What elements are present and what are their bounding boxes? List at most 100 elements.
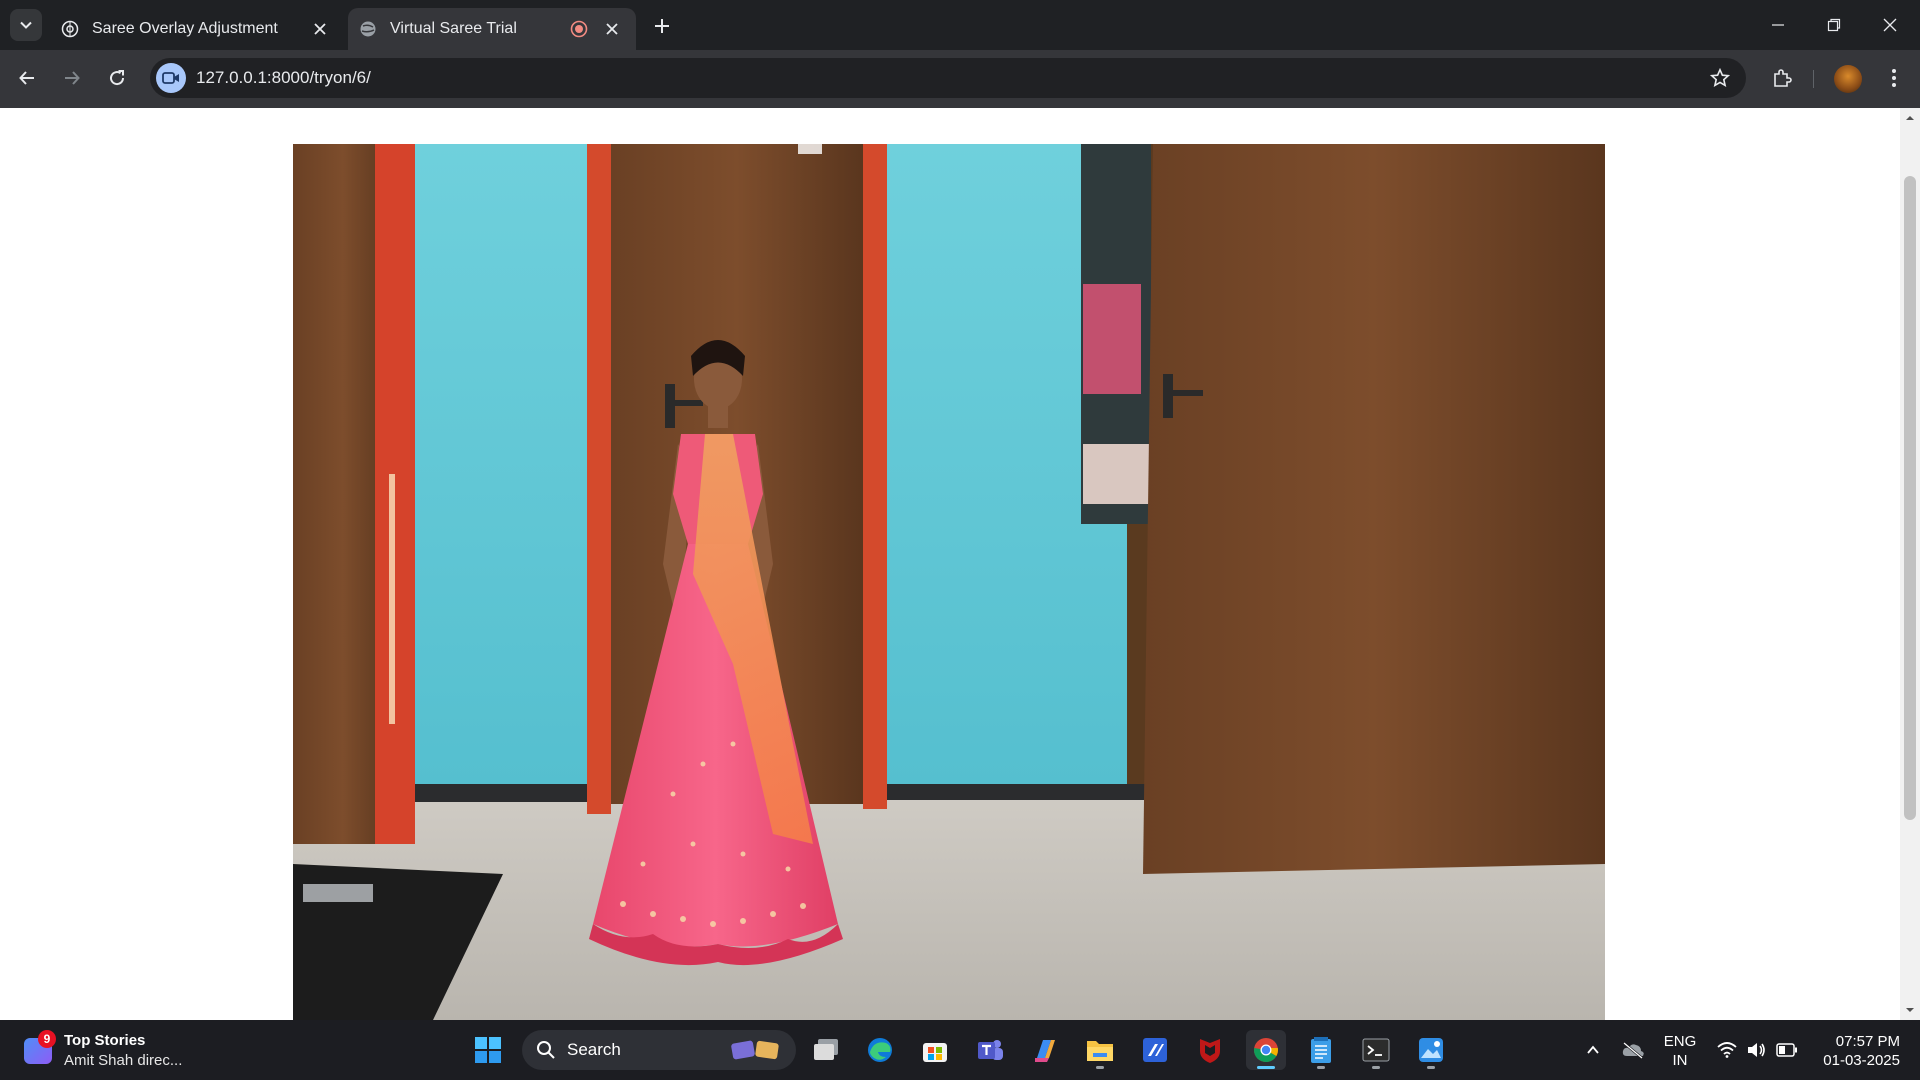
onedrive-status[interactable] (1616, 1020, 1650, 1080)
battery-icon (1776, 1043, 1797, 1057)
minimize-button[interactable] (1750, 0, 1806, 50)
toolbar-divider (1813, 70, 1814, 88)
volume-control[interactable] (1742, 1020, 1770, 1080)
taskbar-copilot[interactable] (1025, 1030, 1065, 1070)
taskbar-mcafee[interactable] (1190, 1030, 1230, 1070)
star-icon (1710, 68, 1730, 88)
wifi-status[interactable] (1712, 1020, 1742, 1080)
news-widget[interactable]: 9 Top Stories Amit Shah direc... (20, 1028, 220, 1072)
chevron-up-icon (1587, 1045, 1599, 1054)
reload-icon (110, 70, 125, 86)
reload-button[interactable] (101, 62, 133, 94)
taskbar-edge[interactable] (860, 1030, 900, 1070)
edge-icon (868, 1038, 892, 1062)
windows-logo-icon (475, 1037, 501, 1063)
running-indicator (1096, 1066, 1104, 1069)
puzzle-icon (1774, 69, 1792, 87)
scroll-up-arrow-icon[interactable] (1904, 112, 1916, 124)
tab-title: Virtual Saree Trial (390, 20, 517, 37)
globe-icon (60, 19, 80, 39)
start-button[interactable] (468, 1030, 508, 1070)
clock-date: 01-03-2025 (1823, 1052, 1900, 1069)
news-title: Top Stories (64, 1032, 146, 1049)
show-hidden-icons-button[interactable] (1578, 1020, 1608, 1080)
page-content (0, 108, 1900, 1020)
cloud-offline-icon (1622, 1042, 1644, 1059)
kebab-menu-icon (1892, 69, 1896, 87)
mcafee-shield-icon (1200, 1039, 1220, 1063)
tab-title: Saree Overlay Adjustment (92, 20, 278, 37)
site-info-button[interactable] (156, 63, 186, 93)
address-bar[interactable]: 127.0.0.1:8000/tryon/6/ (150, 58, 1746, 98)
scroll-down-arrow-icon[interactable] (1904, 1004, 1916, 1016)
notification-badge: 9 (38, 1030, 56, 1048)
taskbar-notepad[interactable] (1301, 1030, 1341, 1070)
news-headline: Amit Shah direc... (64, 1052, 183, 1069)
taskbar-teams[interactable] (970, 1030, 1010, 1070)
tab-search-button[interactable] (10, 9, 42, 41)
code-editor-icon (1143, 1038, 1167, 1062)
running-indicator (1317, 1066, 1325, 1069)
region-code: IN (1672, 1052, 1688, 1069)
profile-avatar[interactable] (1834, 65, 1862, 93)
scrollbar-thumb[interactable] (1904, 176, 1916, 820)
taskbar-photos[interactable] (1411, 1030, 1451, 1070)
browser-window: Saree Overlay Adjustment Virtual Saree T… (0, 0, 1920, 1080)
tab-saree-overlay[interactable]: Saree Overlay Adjustment (50, 8, 344, 50)
tryon-video-frame (293, 144, 1605, 1020)
folder-icon (1087, 1041, 1113, 1061)
chrome-icon (1254, 1038, 1278, 1063)
wifi-icon (1717, 1042, 1737, 1058)
extensions-button[interactable] (1766, 62, 1798, 94)
search-label: Search (567, 1040, 621, 1059)
search-highlight-icon (731, 1040, 779, 1060)
close-tab-icon[interactable] (602, 19, 622, 39)
close-tab-icon[interactable] (310, 19, 330, 39)
search-icon (537, 1041, 555, 1059)
minimize-icon (1772, 24, 1784, 26)
taskbar-file-explorer[interactable] (1080, 1030, 1120, 1070)
tab-virtual-saree-trial[interactable]: Virtual Saree Trial (348, 8, 636, 50)
page-scrollbar[interactable] (1900, 108, 1920, 1020)
tab-strip: Saree Overlay Adjustment Virtual Saree T… (0, 0, 1920, 50)
video-camera-icon (162, 72, 179, 84)
photos-icon (1419, 1038, 1443, 1062)
browser-toolbar: 127.0.0.1:8000/tryon/6/ (0, 50, 1920, 108)
close-window-button[interactable] (1862, 0, 1918, 50)
taskbar-terminal[interactable] (1356, 1030, 1396, 1070)
terminal-icon (1362, 1038, 1390, 1062)
store-icon (923, 1043, 947, 1062)
running-indicator (1427, 1066, 1435, 1069)
system-clock[interactable]: 07:57 PM 01-03-2025 (1808, 1032, 1900, 1070)
teams-icon (978, 1040, 1003, 1060)
bookmark-star-button[interactable] (1708, 66, 1732, 90)
chevron-down-icon (20, 21, 32, 29)
clock-time: 07:57 PM (1835, 1033, 1900, 1050)
forward-button[interactable] (56, 62, 88, 94)
taskbar-search[interactable]: Search (522, 1030, 796, 1070)
menu-button[interactable] (1878, 62, 1910, 94)
running-indicator (1372, 1066, 1380, 1069)
windows-taskbar: 9 Top Stories Amit Shah direc... Search (0, 1020, 1920, 1080)
plus-icon (655, 19, 669, 33)
arrow-left-icon (19, 71, 34, 85)
speaker-icon (1748, 1043, 1765, 1057)
restore-button[interactable] (1806, 0, 1862, 50)
taskbar-store[interactable] (915, 1030, 955, 1070)
arrow-right-icon (65, 71, 80, 85)
restore-icon (1827, 18, 1841, 32)
input-language[interactable]: ENG IN (1652, 1032, 1708, 1070)
task-view-icon (814, 1039, 838, 1060)
camera-recording-icon (570, 20, 588, 38)
copilot-icon (1035, 1040, 1055, 1062)
globe-icon (358, 19, 378, 39)
close-icon (1883, 18, 1897, 32)
taskbar-editor[interactable] (1135, 1030, 1175, 1070)
back-button[interactable] (11, 62, 43, 94)
active-indicator (1257, 1066, 1275, 1069)
battery-status[interactable] (1772, 1020, 1802, 1080)
taskbar-chrome[interactable] (1246, 1030, 1286, 1070)
new-tab-button[interactable] (648, 12, 676, 40)
notepad-icon (1311, 1037, 1331, 1063)
taskbar-task-view[interactable] (806, 1030, 846, 1070)
